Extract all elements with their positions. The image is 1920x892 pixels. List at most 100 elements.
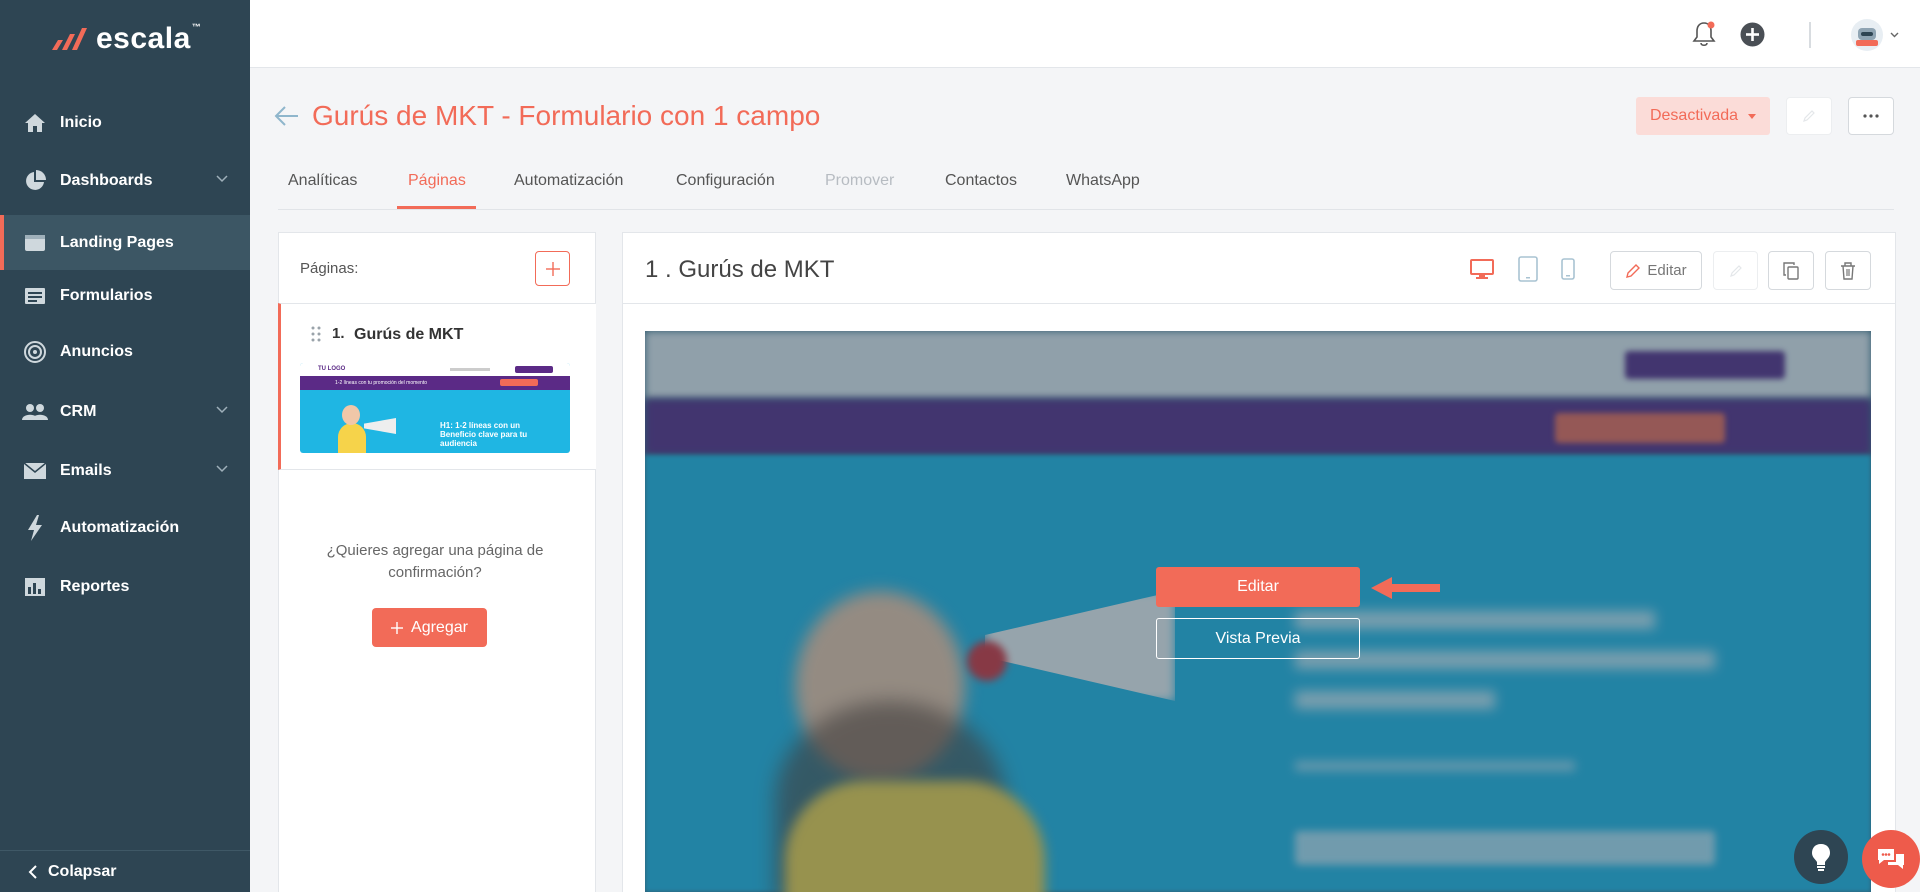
- chevron-down-icon: [216, 175, 228, 183]
- create-button[interactable]: [1740, 22, 1765, 52]
- thumb-header-button: [515, 366, 553, 373]
- thumb-logo: TU LOGO: [318, 366, 346, 372]
- status-dropdown[interactable]: Desactivada: [1636, 97, 1770, 135]
- editor-edit-button[interactable]: Editar: [1610, 251, 1702, 290]
- thumb-nav-line: [450, 368, 490, 371]
- target-icon: [22, 339, 48, 365]
- tablet-view-icon[interactable]: [1518, 256, 1538, 287]
- ellipsis-icon: [1863, 114, 1879, 118]
- drag-handle-icon[interactable]: [311, 326, 321, 347]
- add-confirmation-page-button[interactable]: Agregar: [372, 608, 487, 647]
- thumb-banner-button: [500, 379, 538, 386]
- avatar: [1851, 19, 1883, 51]
- tab-automatizacion[interactable]: Automatización: [514, 172, 623, 190]
- page-preview[interactable]: [645, 331, 1871, 892]
- arrow-left-icon: [274, 106, 298, 126]
- add-page-button[interactable]: [535, 251, 570, 286]
- sidebar-item-inicio[interactable]: Inicio: [0, 99, 250, 147]
- escala-logo-icon: [52, 28, 87, 50]
- sidebar-item-label: Inicio: [60, 114, 102, 131]
- sidebar-item-reportes[interactable]: Reportes: [0, 563, 250, 611]
- confirmation-prompt: ¿Quieres agregar una página de confirmac…: [326, 542, 544, 581]
- chevron-down-icon: [216, 465, 228, 473]
- bell-icon: [1692, 21, 1716, 47]
- edit-url-button[interactable]: [1786, 97, 1832, 135]
- thumb-person: [338, 423, 366, 453]
- topbar: [250, 0, 1920, 68]
- thumb-megaphone: [364, 418, 396, 434]
- tab-bar: Analíticas Páginas Automatización Config…: [278, 154, 1894, 210]
- topbar-divider: [1809, 22, 1811, 48]
- sidebar-item-label: Anuncios: [60, 343, 133, 360]
- notifications-button[interactable]: [1691, 20, 1717, 53]
- pencil-icon: [1803, 110, 1815, 122]
- page-title: Gurús de MKT - Formulario con 1 campo: [312, 100, 821, 131]
- sidebar-item-label: Automatización: [60, 519, 180, 536]
- thumb-banner-text: 1-2 líneas con tu promoción del momento: [335, 380, 427, 386]
- thumb-person-head: [342, 405, 360, 425]
- report-icon: [22, 574, 48, 600]
- sidebar-item-label: Formularios: [60, 287, 153, 304]
- help-button[interactable]: [1794, 830, 1848, 884]
- active-tab-indicator: [397, 206, 476, 209]
- page-thumbnail[interactable]: TU LOGO 1-2 líneas con tu promoción del …: [300, 363, 570, 453]
- browser-window-icon: [22, 230, 48, 256]
- page-number: 1.: [332, 325, 345, 342]
- delete-page-button[interactable]: [1825, 251, 1871, 290]
- sidebar-item-landing-pages[interactable]: Landing Pages: [0, 215, 250, 270]
- pages-label: Páginas:: [300, 260, 359, 277]
- mobile-view-icon[interactable]: [1561, 258, 1575, 285]
- overlay-edit-button[interactable]: Editar: [1156, 567, 1360, 607]
- copy-icon: [1783, 261, 1799, 280]
- desktop-view-icon[interactable]: [1470, 258, 1494, 285]
- tab-promover[interactable]: Promover: [825, 172, 894, 190]
- editor-divider: [622, 303, 1896, 304]
- page-name: Gurús de MKT: [354, 326, 464, 343]
- overlay-preview-button[interactable]: Vista Previa: [1156, 618, 1360, 659]
- tab-contactos[interactable]: Contactos: [945, 172, 1017, 190]
- sidebar-item-label: Reportes: [60, 578, 130, 595]
- sidebar-item-formularios[interactable]: Formularios: [0, 272, 250, 320]
- sidebar-item-emails[interactable]: Emails: [0, 447, 250, 495]
- form-icon: [22, 283, 48, 309]
- home-icon: [22, 110, 48, 136]
- sidebar-item-label: Landing Pages: [60, 233, 174, 251]
- editor-title: 1 . Gurús de MKT: [645, 256, 835, 283]
- sidebar-item-anuncios[interactable]: Anuncios: [0, 328, 250, 376]
- collapse-label: Colapsar: [48, 862, 117, 880]
- tab-paginas[interactable]: Páginas: [408, 172, 466, 190]
- caret-down-icon: [1748, 113, 1757, 119]
- tab-analiticas[interactable]: Analíticas: [288, 172, 357, 190]
- trash-icon: [1841, 261, 1855, 280]
- chat-icon: [1878, 849, 1904, 869]
- thumb-headline: H1: 1-2 líneas con un Beneficio clave pa…: [440, 421, 528, 448]
- tab-whatsapp[interactable]: WhatsApp: [1066, 172, 1140, 190]
- chevron-down-icon: [1890, 32, 1899, 38]
- sidebar-item-dashboards[interactable]: Dashboards: [0, 157, 250, 205]
- sidebar-item-automatizacion[interactable]: Automatización: [0, 504, 250, 552]
- sidebar: escala™ Inicio Dashboards Landing Pages …: [0, 0, 250, 892]
- duplicate-page-button[interactable]: [1768, 251, 1814, 290]
- plus-icon: [545, 261, 560, 276]
- editor-rename-button[interactable]: [1713, 251, 1758, 290]
- chat-button[interactable]: [1862, 830, 1920, 888]
- pencil-icon: [1729, 264, 1742, 277]
- collapse-sidebar-button[interactable]: Colapsar: [0, 850, 250, 892]
- edit-label: Editar: [1647, 262, 1687, 279]
- brand-logo[interactable]: escala™: [50, 22, 201, 56]
- sidebar-item-label: CRM: [60, 403, 97, 420]
- status-label: Desactivada: [1649, 107, 1739, 124]
- preview-overlay: [645, 331, 1871, 892]
- envelope-icon: [22, 458, 48, 484]
- sidebar-item-crm[interactable]: CRM: [0, 388, 250, 436]
- chevron-left-icon: [28, 864, 37, 879]
- pencil-icon: [1626, 263, 1641, 278]
- plus-icon: [391, 621, 404, 634]
- lightbulb-icon: [1812, 844, 1830, 871]
- users-icon: [22, 399, 48, 425]
- more-options-button[interactable]: [1848, 97, 1894, 135]
- back-button[interactable]: [274, 104, 300, 133]
- user-menu[interactable]: [1850, 18, 1899, 52]
- tab-configuracion[interactable]: Configuración: [676, 172, 775, 190]
- lightning-icon: [22, 515, 48, 541]
